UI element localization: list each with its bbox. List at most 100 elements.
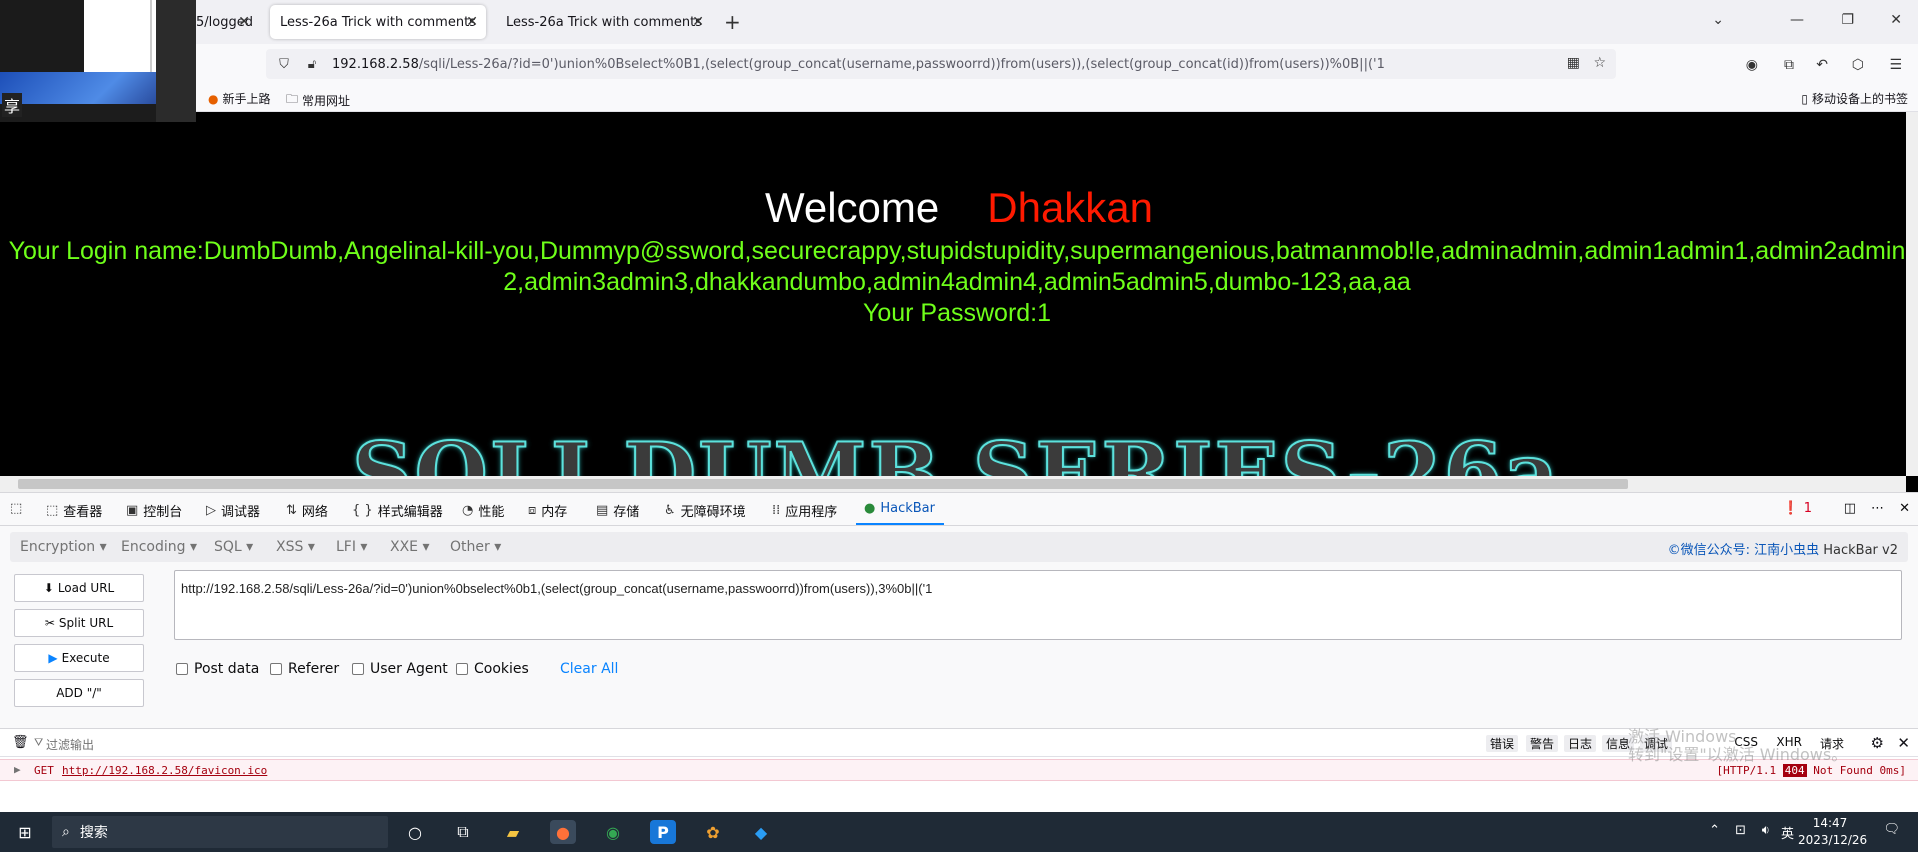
shield-icon[interactable]: ⛉ xyxy=(274,57,294,72)
tab-inspector[interactable]: ⬚ 查看器 xyxy=(46,501,102,520)
firefox-icon[interactable]: ● xyxy=(550,820,576,844)
mobile-bookmarks[interactable]: ▯ 移动设备上的书签 xyxy=(1801,90,1908,107)
tab-network[interactable]: ⇅ 网络 xyxy=(286,501,328,520)
browser-tab-active[interactable]: Less-26a Trick with comments ✕ xyxy=(270,5,486,39)
cookies-checkbox[interactable]: Cookies xyxy=(456,661,529,677)
menu-xxe[interactable]: XXE ▾ xyxy=(390,539,430,555)
notification-icon[interactable]: 🗨︎ xyxy=(1883,822,1900,837)
expand-arrow-icon[interactable]: ▶ xyxy=(14,763,21,776)
restore-icon[interactable]: ❐ xyxy=(1841,12,1854,28)
url-bar[interactable]: ⛉ 🔓︎ 192.168.2.58/sqli/Less-26a/?id=0')u… xyxy=(266,49,1616,79)
menu-encoding[interactable]: Encoding ▾ xyxy=(121,539,197,555)
menu-icon[interactable]: ☰ xyxy=(1889,57,1902,73)
close-icon[interactable]: ✕ xyxy=(692,14,704,30)
request-url[interactable]: http://192.168.2.58/favicon.ico xyxy=(62,764,267,777)
error-count[interactable]: ❗ 1 xyxy=(1783,501,1812,516)
gauge-icon: ◔ xyxy=(462,503,474,518)
browser-tab[interactable]: Less-26a Trick with comments ✕ xyxy=(496,5,712,39)
chevron-up-icon[interactable]: ⌃ xyxy=(1709,823,1720,838)
filter-logs[interactable]: 日志 xyxy=(1563,735,1596,752)
task-view-icon[interactable]: ⧉ xyxy=(450,820,476,844)
windows-taskbar: ⊞ ⌕ 搜索 ○ ⧉ ▰ ● ◉ P ✿ ◆ ⌃ ⊡ 🔉︎ 英 14:47 202… xyxy=(0,812,1918,852)
tab-debugger[interactable]: ▷ 调试器 xyxy=(206,501,260,520)
bookmark-star-icon[interactable]: ☆ xyxy=(1593,55,1606,71)
checkbox-box[interactable] xyxy=(456,663,468,675)
tab-application[interactable]: ⁞⁞ 应用程序 xyxy=(772,501,837,520)
menu-other[interactable]: Other ▾ xyxy=(450,539,501,555)
load-url-button[interactable]: ⬇ Load URL xyxy=(14,574,144,602)
scissors-icon: ✂ xyxy=(44,616,55,630)
screenshot-icon[interactable]: ⧉ xyxy=(1784,57,1794,73)
close-devtools-icon[interactable]: ✕ xyxy=(1899,501,1910,516)
cortana-icon[interactable]: ○ xyxy=(402,820,428,844)
checkbox-box[interactable] xyxy=(176,663,188,675)
qr-code-icon[interactable]: ▦ xyxy=(1567,55,1580,71)
gear-icon[interactable]: ⚙ xyxy=(1871,734,1884,752)
browser-tab[interactable]: 5/logged ✕ xyxy=(196,5,258,39)
chrome-icon[interactable]: ◉ xyxy=(600,820,626,844)
lock-warning-icon[interactable]: 🔓︎ xyxy=(302,57,322,72)
menu-sql[interactable]: SQL ▾ xyxy=(214,539,253,555)
menu-lfi[interactable]: LFI ▾ xyxy=(336,539,367,555)
close-icon[interactable]: ✕ xyxy=(238,14,250,30)
post-data-checkbox[interactable]: Post data xyxy=(176,661,259,677)
vscode-icon[interactable]: ◆ xyxy=(748,820,774,844)
welcome-name: Dhakkan xyxy=(987,184,1154,231)
filter-warnings[interactable]: 警告 xyxy=(1525,735,1558,752)
volume-icon[interactable]: 🔉︎ xyxy=(1762,823,1770,838)
hackbar-url-input[interactable]: http://192.168.2.58/sqli/Less-26a/?id=0'… xyxy=(174,570,1902,640)
scrollbar-thumb[interactable] xyxy=(18,479,1628,489)
tab-performance[interactable]: ◔ 性能 xyxy=(462,501,504,520)
horizontal-scrollbar[interactable] xyxy=(0,476,1906,492)
tab-memory[interactable]: ⧈ 内存 xyxy=(528,501,567,520)
bookmark-folder[interactable]: 🗀 常用网址 xyxy=(286,90,350,111)
element-picker-icon[interactable]: ⬚ xyxy=(10,501,22,516)
close-icon[interactable]: ✕ xyxy=(466,14,478,30)
windows-start-icon[interactable]: ⊞ xyxy=(12,820,38,844)
taskbar-search[interactable]: ⌕ 搜索 xyxy=(52,816,388,848)
folder-icon: 🗀 xyxy=(286,92,299,106)
menu-xss[interactable]: XSS ▾ xyxy=(276,539,315,555)
execute-button[interactable]: ▶ Execute xyxy=(14,644,144,672)
url-path: /sqli/Less-26a/?id=0')union%0Bselect%0B1… xyxy=(418,56,1385,72)
file-explorer-icon[interactable]: ▰ xyxy=(500,820,526,844)
pycharm-icon[interactable]: P xyxy=(650,820,676,844)
more-options-icon[interactable]: ⋯ xyxy=(1871,501,1884,516)
clear-all-link[interactable]: Clear All xyxy=(560,661,618,677)
vertical-scrollbar[interactable] xyxy=(1906,112,1918,476)
checkbox-box[interactable] xyxy=(352,663,364,675)
minimize-icon[interactable]: — xyxy=(1790,12,1804,28)
extensions-icon[interactable]: ⬡ xyxy=(1852,57,1864,73)
menu-encryption[interactable]: Encryption ▾ xyxy=(20,539,107,555)
referer-checkbox[interactable]: Referer xyxy=(270,661,339,677)
console-filter-input[interactable]: 过滤输出 xyxy=(46,736,94,753)
split-url-button[interactable]: ✂ Split URL xyxy=(14,609,144,637)
tab-style-editor[interactable]: { } 样式编辑器 xyxy=(352,501,443,520)
tab-storage[interactable]: ▤ 存储 xyxy=(596,501,639,520)
request-status: [HTTP/1.1 404 Not Found 0ms] xyxy=(1716,764,1906,777)
account-icon[interactable]: ◉ xyxy=(1746,57,1758,73)
add-slash-button[interactable]: ADD "/" xyxy=(14,679,144,707)
back-arrow-icon[interactable]: ↶ xyxy=(1816,57,1828,73)
tab-accessibility[interactable]: ♿︎ 无障碍环境 xyxy=(664,501,746,520)
window-thumbnail: 享 xyxy=(0,0,196,122)
app-icon[interactable]: ✿ xyxy=(700,820,726,844)
dock-icon[interactable]: ◫ xyxy=(1844,501,1856,516)
bookmark-item[interactable]: ● 新手上路 xyxy=(208,90,271,107)
ime-indicator[interactable]: 英 xyxy=(1781,823,1794,842)
trash-icon[interactable]: 🗑︎ xyxy=(12,735,29,750)
tab-hackbar[interactable]: ● HackBar xyxy=(864,501,935,516)
user-agent-checkbox[interactable]: User Agent xyxy=(352,661,448,677)
close-icon[interactable]: ✕ xyxy=(1897,734,1910,752)
search-icon: ⌕ xyxy=(62,824,70,840)
clock[interactable]: 14:47 2023/12/26 xyxy=(1798,815,1867,849)
url-host: 192.168.2.58 xyxy=(332,56,419,72)
filter-errors[interactable]: 错误 xyxy=(1485,735,1518,752)
query-result: Your Login name:DumbDumb,Angelinal-kill-… xyxy=(4,236,1910,329)
tab-console[interactable]: ▣ 控制台 xyxy=(126,501,182,520)
tab-list-chevron-icon[interactable]: ⌄ xyxy=(1712,12,1724,28)
checkbox-box[interactable] xyxy=(270,663,282,675)
network-icon[interactable]: ⊡ xyxy=(1735,823,1746,838)
close-window-icon[interactable]: ✕ xyxy=(1890,12,1902,28)
new-tab-icon[interactable]: + xyxy=(724,10,741,34)
